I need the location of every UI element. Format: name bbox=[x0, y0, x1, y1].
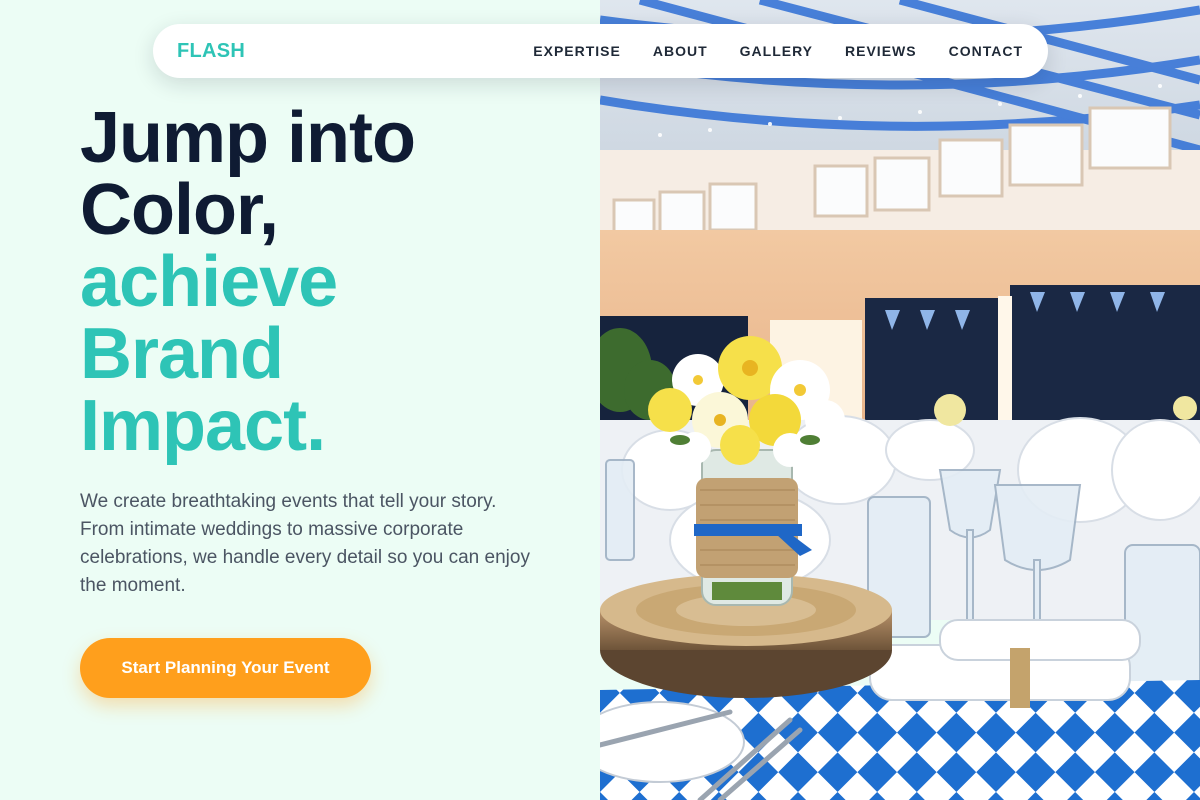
headline-line: Color, bbox=[80, 170, 279, 250]
nav-link-contact[interactable]: CONTACT bbox=[949, 43, 1023, 59]
nav-link-expertise[interactable]: EXPERTISE bbox=[533, 43, 621, 59]
nav-link-reviews[interactable]: REVIEWS bbox=[845, 43, 917, 59]
brand-logo[interactable]: FLASH bbox=[177, 40, 245, 63]
hero-description: We create breathtaking events that tell … bbox=[80, 491, 530, 596]
nav-link-gallery[interactable]: GALLERY bbox=[740, 43, 813, 59]
event-hall-photo bbox=[600, 0, 1200, 800]
headline-accent-line: Brand bbox=[80, 314, 284, 394]
nav-links: EXPERTISE ABOUT GALLERY REVIEWS CONTACT bbox=[501, 43, 1023, 59]
headline-line: Jump into bbox=[80, 98, 416, 178]
headline-accent-line: Impact. bbox=[80, 386, 326, 466]
headline-accent-line: achieve bbox=[80, 242, 338, 322]
top-navbar: FLASH EXPERTISE ABOUT GALLERY REVIEWS CO… bbox=[153, 24, 1048, 78]
hero-headline: Jump into Color, achieve Brand Impact. bbox=[80, 102, 550, 462]
start-planning-button[interactable]: Start Planning Your Event bbox=[80, 638, 371, 698]
hero-content: Jump into Color, achieve Brand Impact. W… bbox=[80, 102, 550, 600]
nav-link-about[interactable]: ABOUT bbox=[653, 43, 708, 59]
